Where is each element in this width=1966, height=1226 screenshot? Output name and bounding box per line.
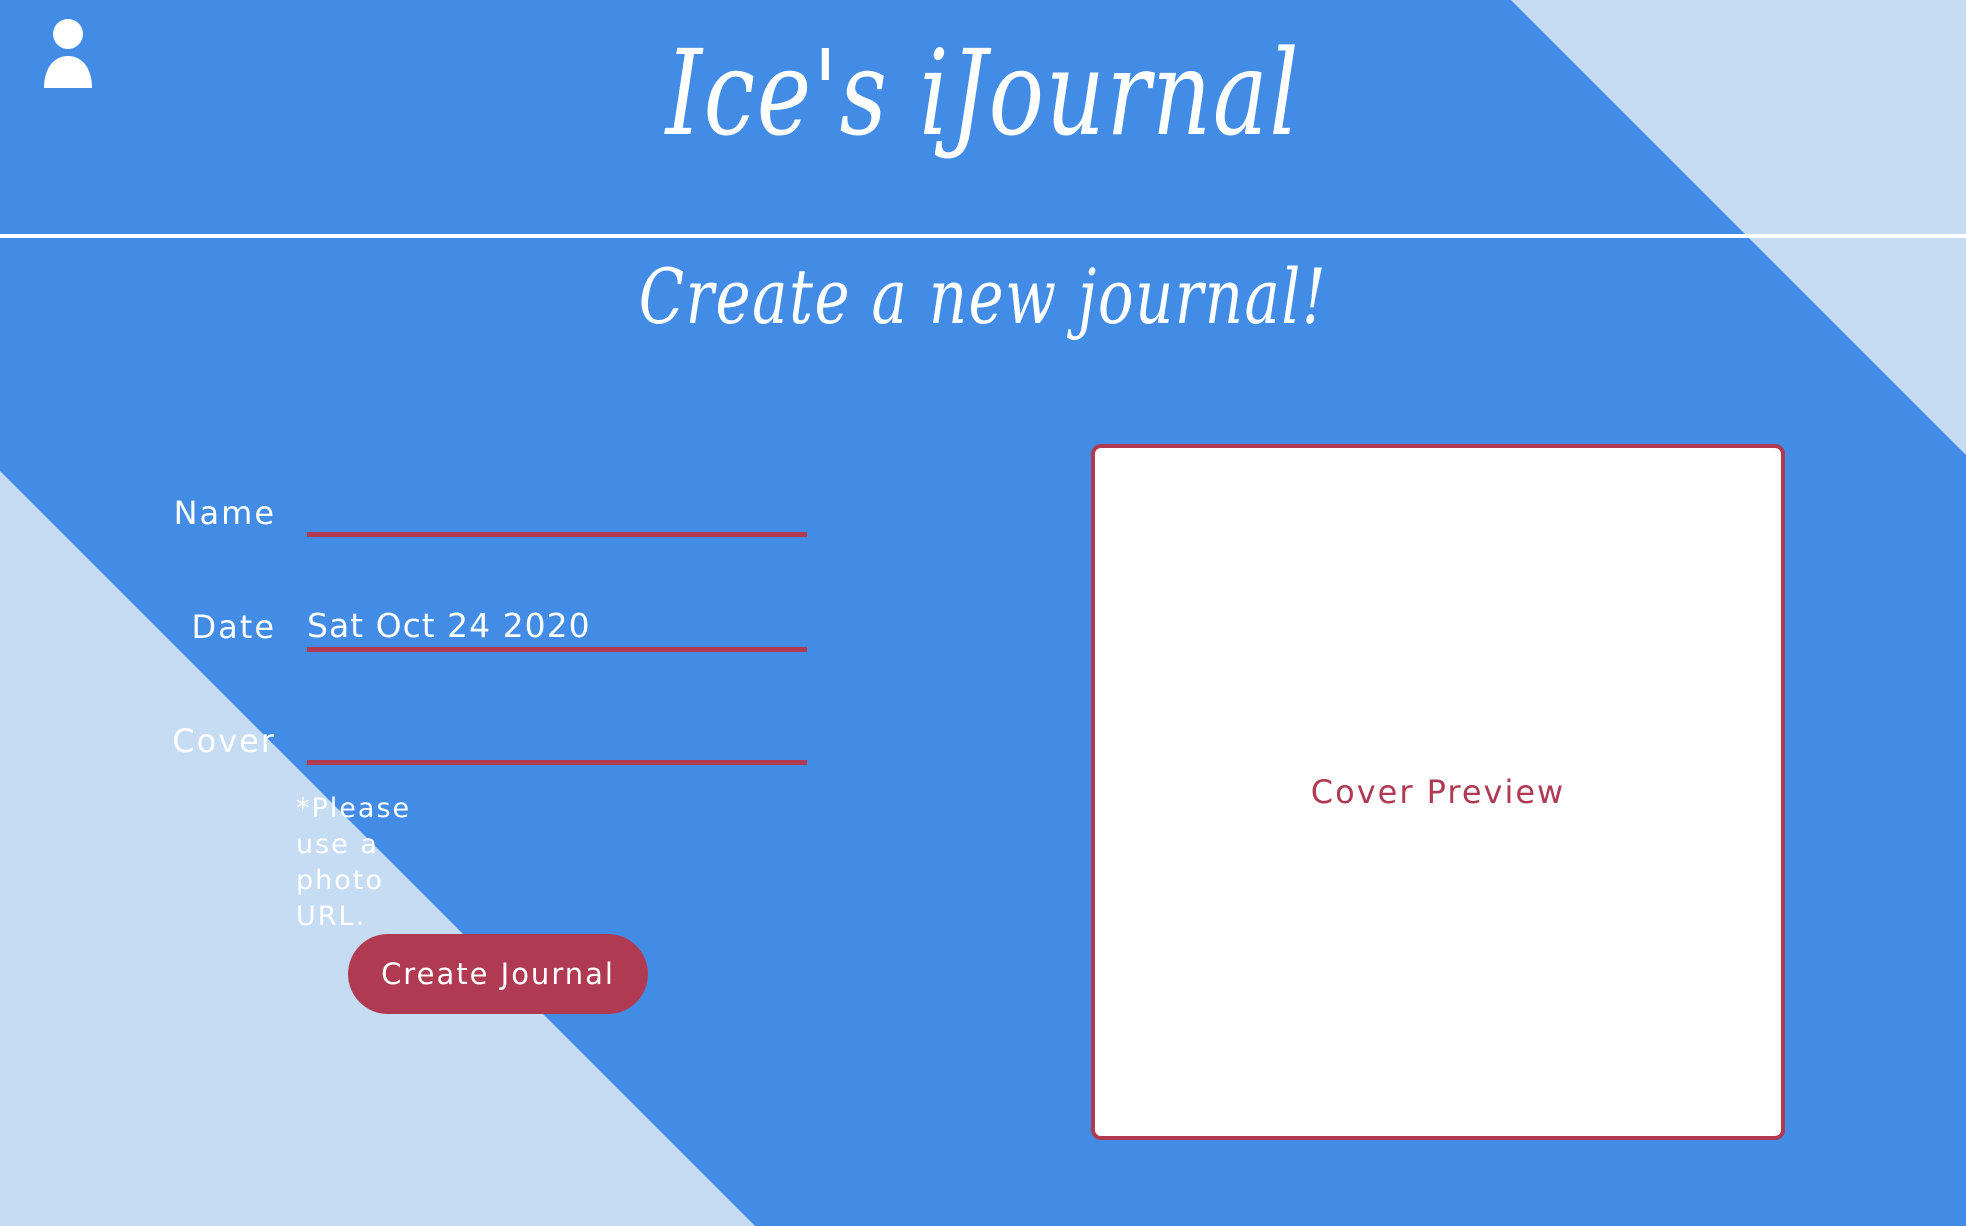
name-label: Name — [173, 494, 276, 532]
cover-url-input[interactable] — [307, 716, 807, 765]
cover-hint: *Please use a photo URL. — [296, 793, 412, 932]
date-label: Date — [191, 608, 276, 646]
cover-preview: Cover Preview — [1091, 444, 1785, 1140]
page: Ice's iJournal Create a new journal! Nam… — [0, 0, 1966, 1226]
create-journal-button[interactable]: Create Journal — [348, 934, 648, 1014]
app-title: Ice's iJournal — [665, 24, 1301, 162]
user-icon[interactable] — [40, 16, 96, 92]
date-input[interactable] — [307, 603, 807, 652]
cover-preview-label: Cover Preview — [1310, 773, 1566, 811]
page-subtitle: Create a new journal! — [638, 252, 1328, 341]
name-input[interactable] — [307, 488, 807, 537]
header-divider — [0, 234, 1966, 238]
cover-label: Cover — [172, 722, 276, 760]
